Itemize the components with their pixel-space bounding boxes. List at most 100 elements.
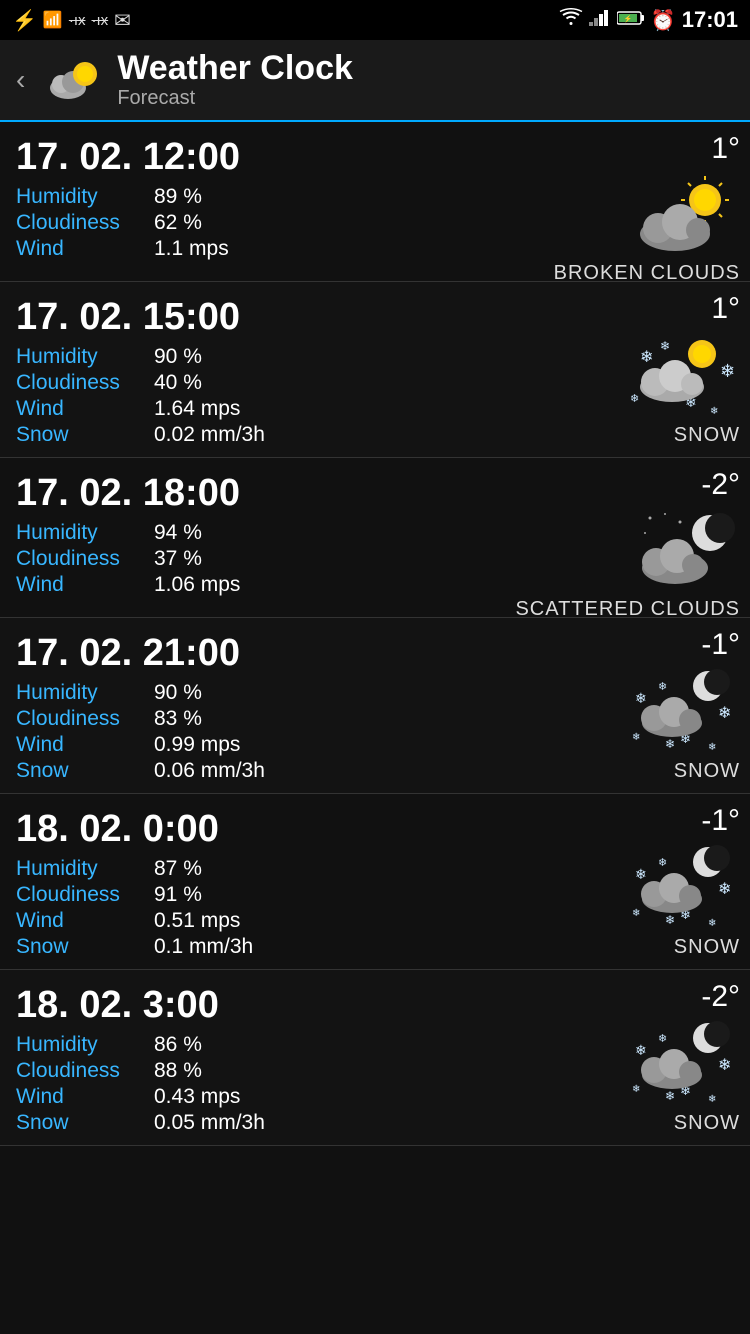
detail-value: 0.43 mps	[154, 1085, 240, 1109]
detail-label: Snow	[16, 935, 146, 959]
status-left-icons: ⚡ 📶 ·ıx ·ıx ✉	[12, 8, 131, 33]
forecast-card: 18. 02. 0:00 Humidity 87 % Cloudiness 91…	[0, 794, 750, 970]
svg-text:❄: ❄	[630, 393, 639, 405]
app-icon	[43, 50, 103, 110]
weather-icon	[630, 508, 740, 598]
detail-label: Humidity	[16, 521, 146, 545]
detail-label: Humidity	[16, 185, 146, 209]
card-right: 1° ❄ ❄ ❄ ❄ ❄ ❄ SNOW	[630, 292, 740, 447]
svg-text:❄: ❄	[718, 705, 731, 722]
detail-value: 90 %	[154, 345, 202, 369]
detail-value: 94 %	[154, 521, 202, 545]
detail-label: Humidity	[16, 857, 146, 881]
wifi-icon	[559, 8, 583, 32]
forecast-card: 17. 02. 15:00 Humidity 90 % Cloudiness 4…	[0, 282, 750, 458]
detail-label: Snow	[16, 759, 146, 783]
condition-label: SNOW	[674, 760, 740, 783]
detail-label: Wind	[16, 909, 146, 933]
detail-row: Snow 0.1 mm/3h	[16, 935, 734, 959]
svg-text:❄: ❄	[658, 1033, 667, 1045]
weather-icon	[630, 172, 740, 262]
detail-row: Wind 0.99 mps	[16, 733, 734, 757]
signal-x1-icon: ·ıx	[69, 12, 86, 29]
card-right: -1° ❄ ❄ ❄ ❄ ❄ ❄ ❄ SNOW	[630, 804, 740, 959]
temperature: -2°	[701, 468, 740, 502]
detail-row: Cloudiness 40 %	[16, 371, 734, 395]
back-arrow-icon[interactable]: ‹	[16, 64, 25, 96]
svg-text:❄: ❄	[640, 349, 653, 366]
detail-value: 1.64 mps	[154, 397, 240, 421]
forecast-card: 17. 02. 18:00 Humidity 94 % Cloudiness 3…	[0, 458, 750, 618]
temperature: 1°	[711, 132, 740, 166]
card-right: 1° BROKEN CLOUDS	[554, 132, 740, 271]
detail-value: 0.06 mm/3h	[154, 759, 265, 783]
detail-value: 37 %	[154, 547, 202, 571]
detail-label: Wind	[16, 397, 146, 421]
condition-label: SNOW	[674, 424, 740, 447]
status-right-icons: ⚡ ⏰ 17:01	[559, 7, 738, 33]
email-icon: ✉	[114, 8, 131, 33]
detail-row: Snow 0.02 mm/3h	[16, 423, 734, 447]
battery-icon: ⚡	[617, 9, 645, 32]
svg-text:❄: ❄	[658, 857, 667, 869]
detail-row: Cloudiness 91 %	[16, 883, 734, 907]
card-right: -2° ❄ ❄ ❄ ❄ ❄ ❄ ❄ SNOW	[630, 980, 740, 1135]
detail-row: Snow 0.05 mm/3h	[16, 1111, 734, 1135]
temperature: -1°	[701, 628, 740, 662]
detail-label: Humidity	[16, 681, 146, 705]
forecast-card: 17. 02. 21:00 Humidity 90 % Cloudiness 8…	[0, 618, 750, 794]
detail-value: 1.06 mps	[154, 573, 240, 597]
forecast-details: Humidity 86 % Cloudiness 88 % Wind 0.43 …	[16, 1033, 734, 1135]
weather-icon-area: -2°	[630, 468, 740, 598]
weather-icon: ❄ ❄ ❄ ❄ ❄ ❄ ❄	[630, 844, 740, 934]
detail-value: 87 %	[154, 857, 202, 881]
temperature: -2°	[701, 980, 740, 1014]
condition-label: SNOW	[674, 936, 740, 959]
svg-text:❄: ❄	[665, 913, 675, 927]
detail-label: Snow	[16, 423, 146, 447]
usb-icon: ⚡	[12, 8, 37, 33]
detail-value: 91 %	[154, 883, 202, 907]
temperature: -1°	[701, 804, 740, 838]
detail-value: 83 %	[154, 707, 202, 731]
svg-text:❄: ❄	[708, 742, 716, 753]
detail-label: Cloudiness	[16, 211, 146, 235]
detail-value: 40 %	[154, 371, 202, 395]
detail-label: Snow	[16, 1111, 146, 1135]
app-subtitle: Forecast	[117, 87, 353, 110]
weather-icon-area: 1°	[630, 132, 740, 262]
status-bar: ⚡ 📶 ·ıx ·ıx ✉	[0, 0, 750, 40]
weather-icon: ❄ ❄ ❄ ❄ ❄ ❄	[630, 332, 740, 422]
detail-label: Cloudiness	[16, 1059, 146, 1083]
svg-text:❄: ❄	[718, 1057, 731, 1074]
detail-row: Snow 0.06 mm/3h	[16, 759, 734, 783]
forecast-list: 17. 02. 12:00 Humidity 89 % Cloudiness 6…	[0, 122, 750, 1146]
detail-label: Cloudiness	[16, 371, 146, 395]
sim-icon: 📶	[43, 10, 63, 30]
detail-value: 0.02 mm/3h	[154, 423, 265, 447]
svg-text:⚡: ⚡	[623, 14, 632, 23]
detail-row: Humidity 90 %	[16, 345, 734, 369]
svg-text:❄: ❄	[658, 681, 667, 693]
cellular-icon	[589, 8, 611, 32]
detail-label: Humidity	[16, 1033, 146, 1057]
svg-text:❄: ❄	[710, 406, 718, 417]
svg-text:❄: ❄	[665, 1089, 675, 1103]
detail-value: 1.1 mps	[154, 237, 229, 261]
alarm-icon: ⏰	[651, 8, 676, 33]
temperature: 1°	[711, 292, 740, 326]
weather-icon-area: -2° ❄ ❄ ❄ ❄ ❄ ❄ ❄	[630, 980, 740, 1110]
detail-label: Cloudiness	[16, 707, 146, 731]
app-title: Weather Clock	[117, 50, 353, 87]
detail-row: Humidity 86 %	[16, 1033, 734, 1057]
svg-text:❄: ❄	[718, 881, 731, 898]
detail-value: 62 %	[154, 211, 202, 235]
forecast-details: Humidity 90 % Cloudiness 40 % Wind 1.64 …	[16, 345, 734, 447]
forecast-card: 18. 02. 3:00 Humidity 86 % Cloudiness 88…	[0, 970, 750, 1146]
forecast-details: Humidity 87 % Cloudiness 91 % Wind 0.51 …	[16, 857, 734, 959]
svg-text:❄: ❄	[660, 339, 670, 353]
detail-label: Wind	[16, 573, 146, 597]
weather-icon-area: 1° ❄ ❄ ❄ ❄ ❄ ❄	[630, 292, 740, 422]
weather-icon: ❄ ❄ ❄ ❄ ❄ ❄ ❄	[630, 1020, 740, 1110]
detail-value: 88 %	[154, 1059, 202, 1083]
